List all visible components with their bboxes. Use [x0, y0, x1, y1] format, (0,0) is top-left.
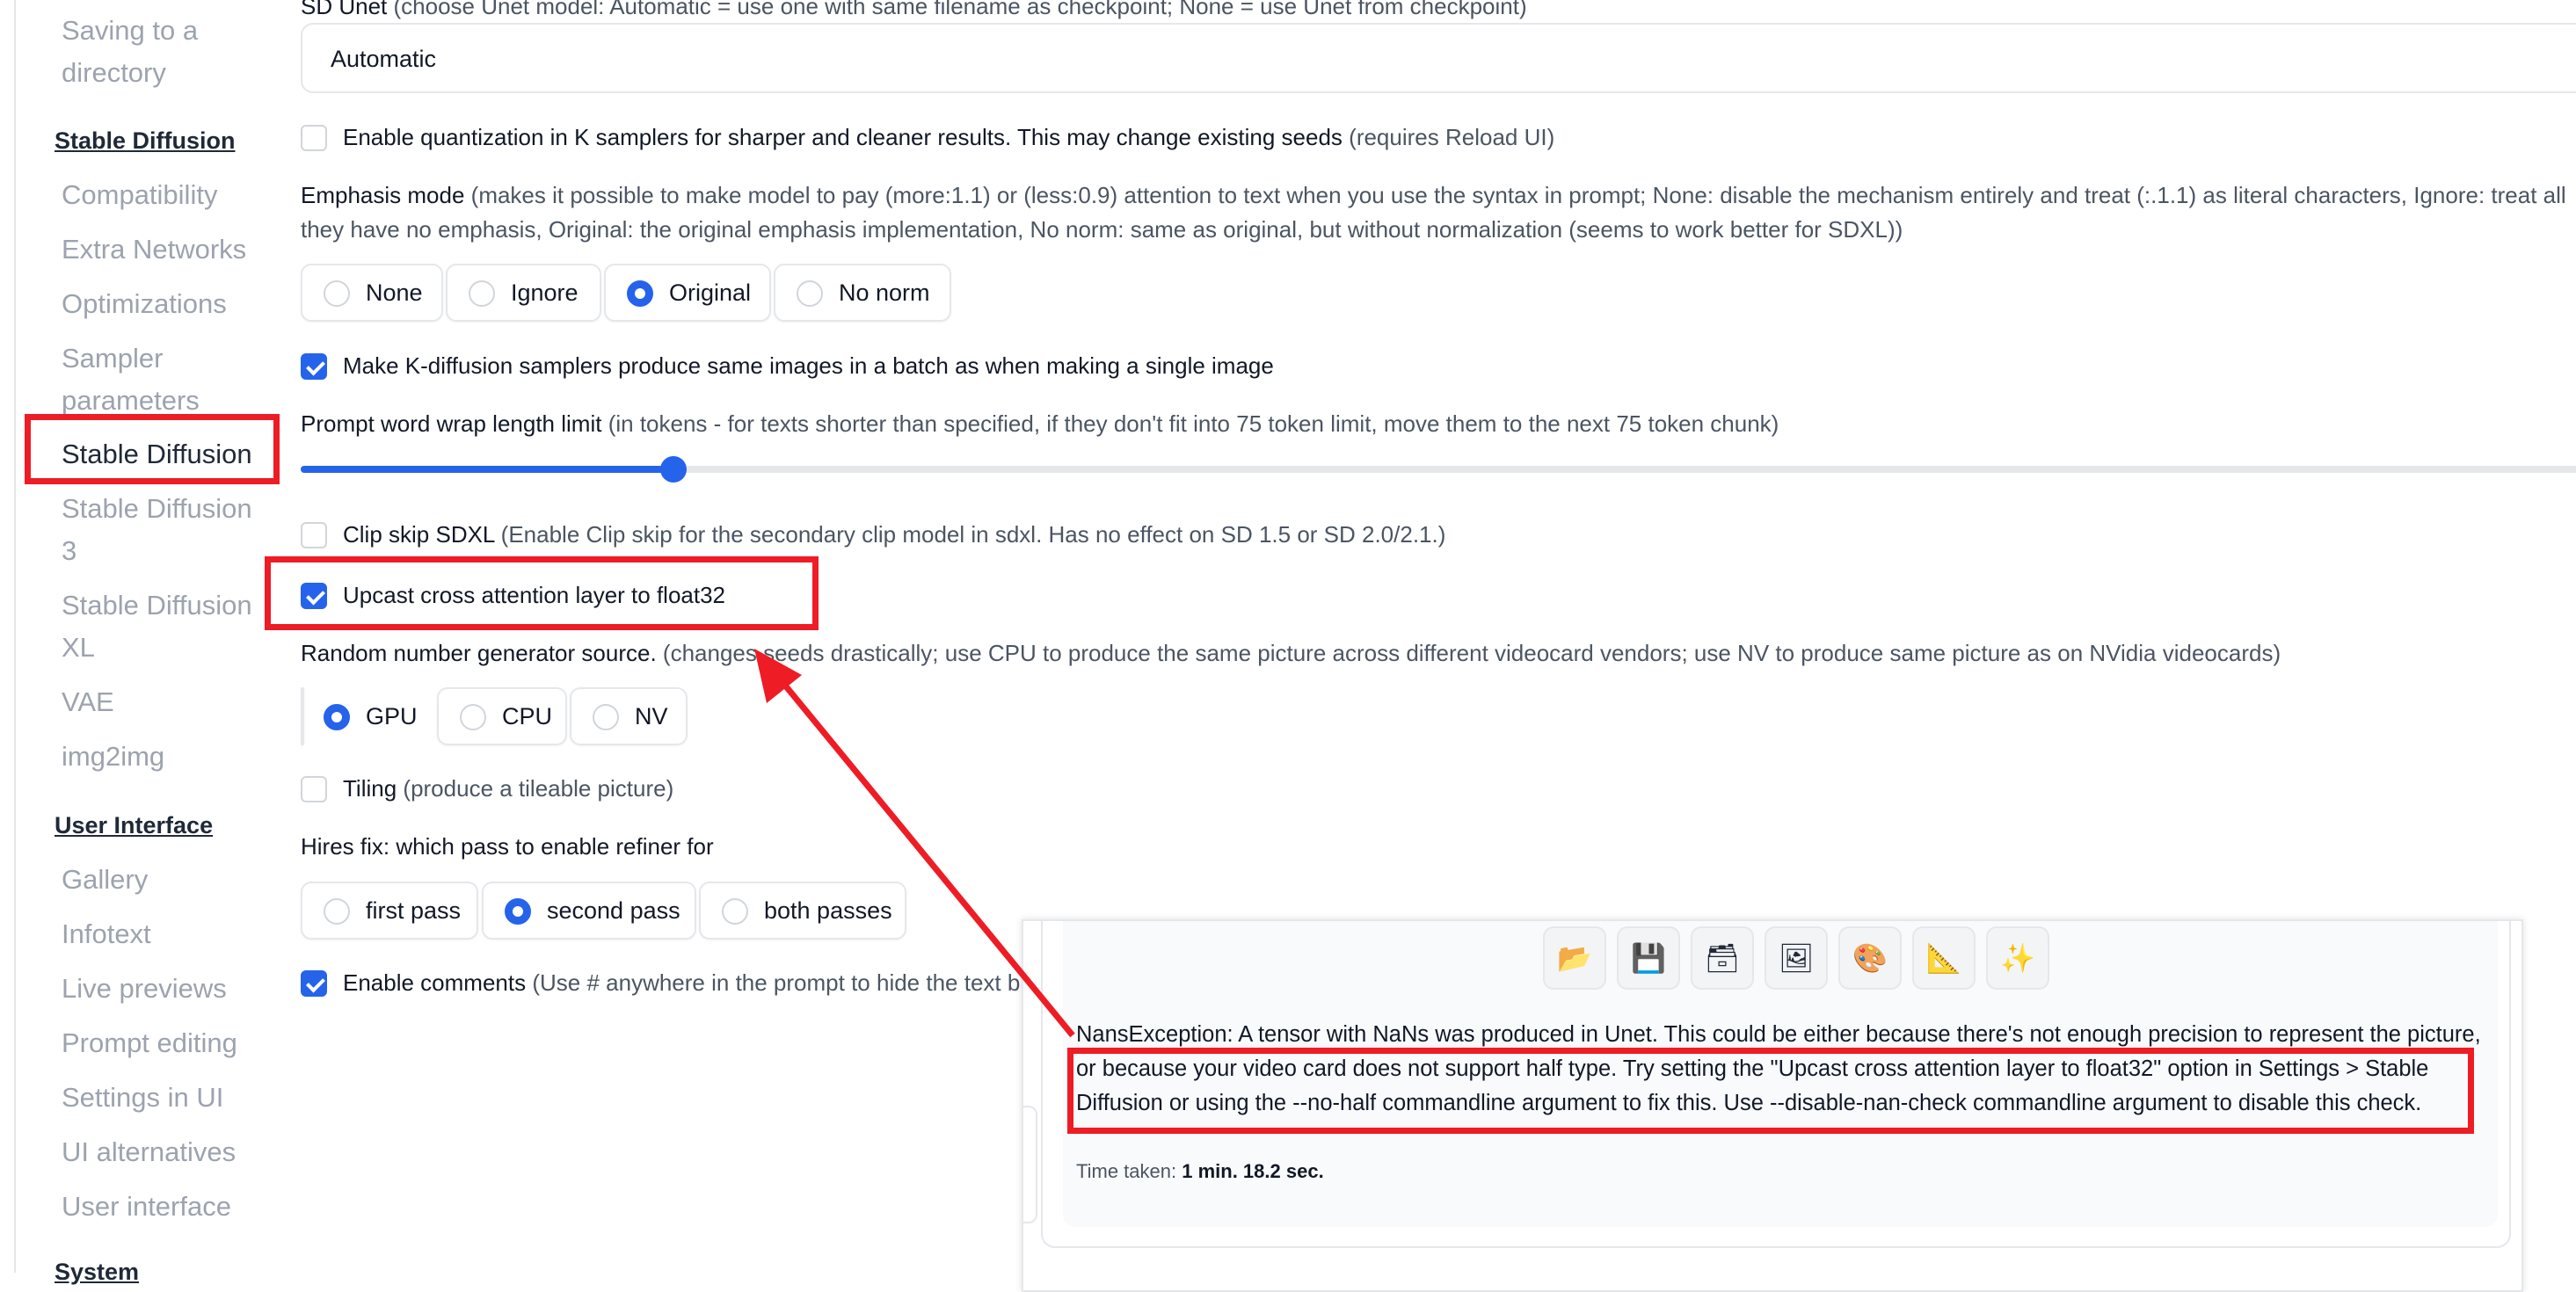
annotation-arrow	[754, 649, 1075, 1038]
arrow-shaft	[775, 674, 1075, 1038]
